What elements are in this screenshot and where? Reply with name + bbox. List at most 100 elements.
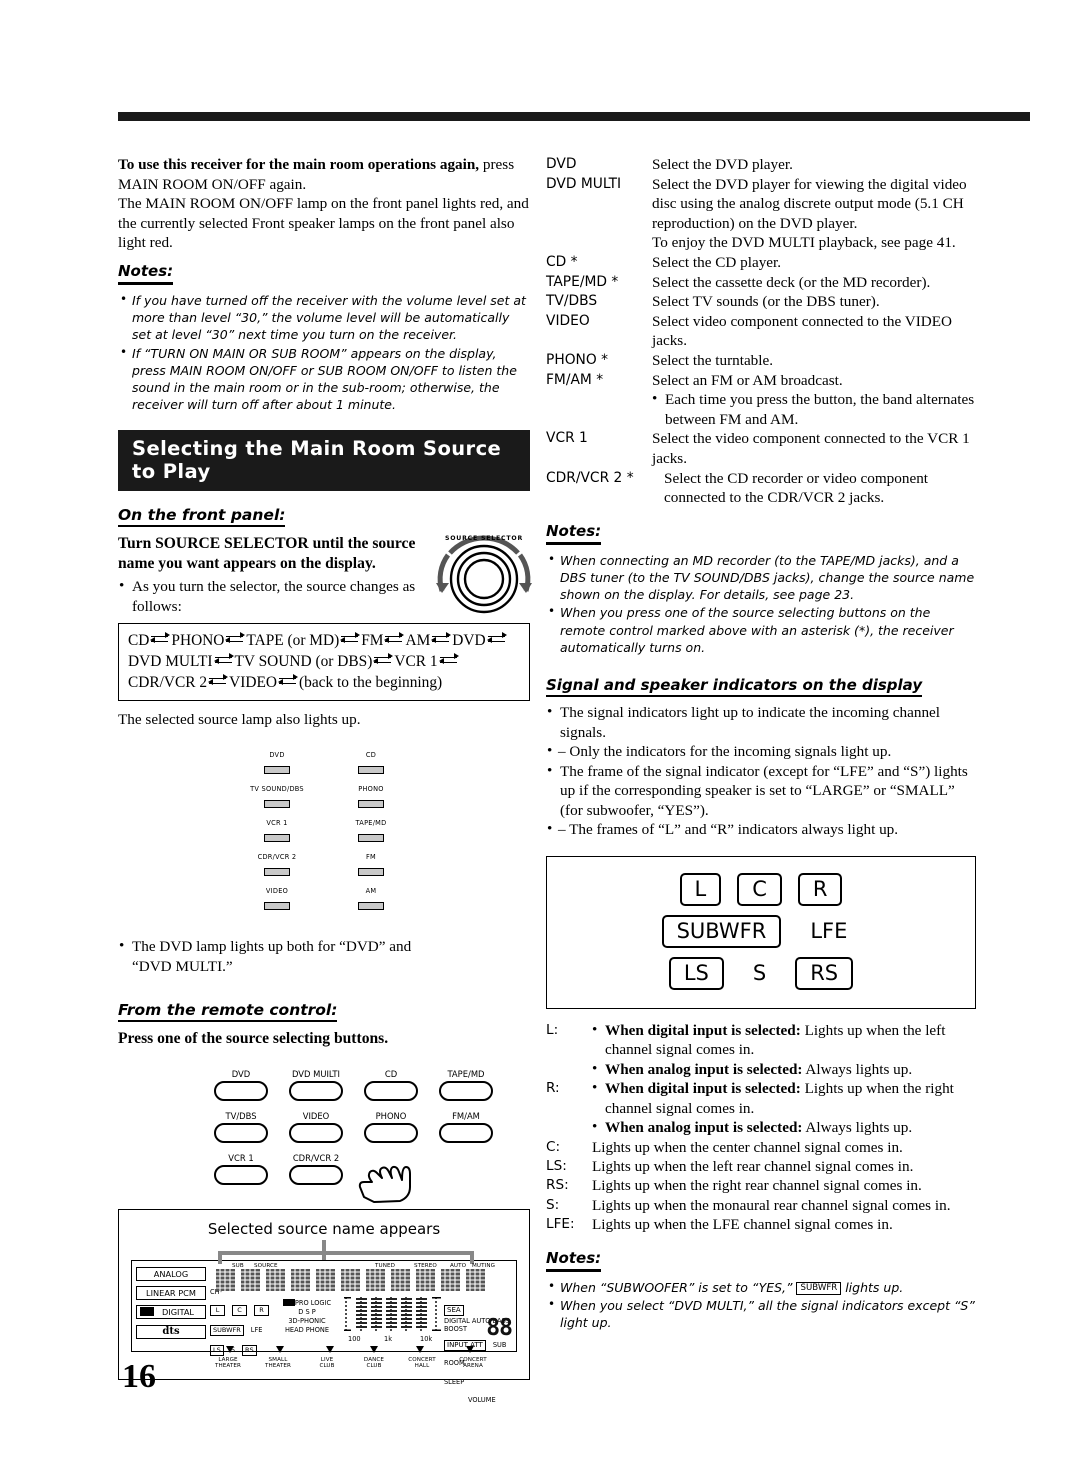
page-number: 16 xyxy=(122,1358,156,1395)
remote-button-shape[interactable] xyxy=(214,1081,268,1102)
source-name: CDR/VCR 2 * xyxy=(546,469,634,486)
badge-dolby-digital: DIGITAL xyxy=(136,1305,206,1320)
remote-row: VCR 1 CDR/VCR 2 xyxy=(210,1153,510,1204)
remote-button-cdr-vcr2[interactable]: CDR/VCR 2 xyxy=(285,1153,347,1186)
remote-button-label: DVD xyxy=(231,1069,251,1080)
lamp-vcr1: VCR 1 xyxy=(240,819,314,847)
source-desc: Select the video component connected to … xyxy=(652,430,970,467)
remote-button-shape[interactable] xyxy=(439,1123,493,1144)
remote-button-shape[interactable] xyxy=(289,1165,343,1186)
source-desc-bullet: Each time you press the button, the band… xyxy=(652,389,976,429)
remote-button-shape[interactable] xyxy=(364,1081,418,1102)
dsp-large-theater: LARGE THEATER xyxy=(214,1357,242,1370)
display-figure-caption: Selected source name appears xyxy=(207,1220,441,1239)
remote-button-dvd-multi[interactable]: DVD MUILTI xyxy=(285,1069,347,1102)
lamp-led-icon xyxy=(358,800,384,809)
source-desc: Select the CD recorder or video componen… xyxy=(664,469,929,507)
cycle-src: CD xyxy=(128,631,150,649)
cycle-arrow-icon xyxy=(431,632,452,646)
label-volume: VOLUME xyxy=(468,1396,496,1405)
indicator-chip-r: R xyxy=(797,873,843,907)
note-item: When you press one of the source selecti… xyxy=(546,603,976,656)
cycle-arrow-icon xyxy=(486,632,507,646)
remote-button-shape[interactable] xyxy=(289,1123,343,1144)
lamp-label: VIDEO xyxy=(265,887,289,896)
intro-paragraph: To use this receiver for the main room o… xyxy=(118,155,530,194)
indicator-row-2: SUBWFR LFE xyxy=(547,915,975,949)
label-auto: AUTO xyxy=(450,1263,467,1270)
source-lamp-diagram: DVD CD TV SOUND/DBS PHONO VCR 1 TAPE/MD … xyxy=(240,751,408,915)
definition-row-lfe: LFE: Lights up when the LFE channel sign… xyxy=(546,1215,976,1234)
cycle-src: FM xyxy=(361,631,384,649)
mode-dsp: D S P xyxy=(298,1308,316,1317)
remote-button-shape[interactable] xyxy=(214,1165,268,1186)
volume-value: 88 xyxy=(486,1315,513,1342)
cycle-arrow-icon xyxy=(384,632,405,646)
lamp-dvd: DVD xyxy=(240,751,314,779)
mini-ind-subwfr: SUBWFR xyxy=(210,1325,244,1337)
lamp-led-icon xyxy=(264,800,290,809)
remote-button-shape[interactable] xyxy=(214,1123,268,1144)
label-tuned: TUNED xyxy=(375,1263,396,1270)
source-name: VCR 1 xyxy=(546,430,588,447)
lamp-led-icon xyxy=(358,902,384,911)
cycle-arrow-icon xyxy=(438,653,459,667)
remote-button-label: TV/DBS xyxy=(225,1111,257,1122)
remote-button-vcr1[interactable]: VCR 1 xyxy=(210,1153,272,1186)
header-rule xyxy=(118,112,1030,121)
indicator-bullets: The signal indicators light up to indica… xyxy=(546,702,976,840)
indicator-chip-rs: RS xyxy=(795,957,854,991)
definition-text: Lights up when the right rear channel si… xyxy=(592,1177,922,1195)
remote-button-shape[interactable] xyxy=(289,1081,343,1102)
definition-bullet: When digital input is selected: Lights u… xyxy=(592,1078,976,1118)
source-row-cdr-vcr2: CDR/VCR 2 * Select the CD recorder or vi… xyxy=(546,469,976,508)
remote-button-video[interactable]: VIDEO xyxy=(285,1111,347,1144)
label-sleep: SLEEP xyxy=(444,1378,465,1387)
speaker-indicator-figure: L C R SUBWFR LFE LS S RS xyxy=(546,856,976,1010)
remote-button-tape-md[interactable]: TAPE/MD xyxy=(435,1069,497,1102)
right-notes-list: When connecting an MD recorder (to the T… xyxy=(546,551,976,656)
mini-ind-r: R xyxy=(254,1305,269,1317)
lamp-label: FM xyxy=(366,853,376,862)
mode-head-phone: HEAD PHONE xyxy=(284,1326,330,1335)
note-item: When you select “DVD MULTI,” all the sig… xyxy=(546,1296,976,1331)
source-row-dvd: DVD Select the DVD player. xyxy=(546,155,976,175)
badge-digital-label: DIGITAL xyxy=(161,1307,194,1318)
remote-button-phono[interactable]: PHONO xyxy=(360,1111,422,1144)
remote-row: DVD DVD MUILTI CD TAPE/MD xyxy=(210,1069,510,1102)
source-selector-knob[interactable]: SOURCE SELECTOR xyxy=(426,529,542,625)
remote-button-label: DVD MUILTI xyxy=(291,1069,341,1080)
remote-button-shape[interactable] xyxy=(364,1123,418,1144)
cycle-line-2: DVD MULTI TV SOUND (or DBS) VCR 1 xyxy=(128,651,520,672)
remote-button-dvd[interactable]: DVD xyxy=(210,1069,272,1102)
cycle-line-3: CDR/VCR 2 VIDEO (back to the beginning) xyxy=(128,672,520,693)
right-column: DVD Select the DVD player. DVD MULTI Sel… xyxy=(546,155,976,1332)
remote-button-fm-am[interactable]: FM/AM xyxy=(435,1111,497,1144)
mode-3d-phonic: 3D-PHONIC xyxy=(288,1317,326,1326)
lamp-label: TAPE/MD xyxy=(355,819,387,828)
source-row-fm-am: FM/AM * Select an FM or AM broadcast. Ea… xyxy=(546,371,976,430)
label-muting: MUTING xyxy=(472,1263,496,1270)
remote-button-cd[interactable]: CD xyxy=(360,1069,422,1102)
bottom-notes-heading: Notes: xyxy=(546,1249,602,1272)
source-desc: Select the DVD player. xyxy=(652,156,793,173)
cycle-arrow-icon xyxy=(278,674,298,688)
lamp-label: VCR 1 xyxy=(266,819,288,828)
remote-button-shape[interactable] xyxy=(439,1081,493,1102)
lamp-led-icon xyxy=(358,766,384,775)
left-notes-list: If you have turned off the receiver with… xyxy=(118,291,530,413)
cycle-src: CDR/VCR 2 xyxy=(128,673,208,691)
label-sub: SUB xyxy=(232,1263,244,1270)
definition-key: C: xyxy=(546,1138,561,1155)
remote-button-tv-dbs[interactable]: TV/DBS xyxy=(210,1111,272,1144)
lamp-label: DVD xyxy=(269,751,285,760)
dsp-mode-markers xyxy=(226,1346,474,1354)
front-panel-instruction: Turn SOURCE SELECTOR until the source na… xyxy=(118,535,416,573)
indicator-chip-ls: LS xyxy=(668,957,724,991)
badge-linear-pcm: LINEAR PCM xyxy=(136,1286,206,1301)
source-row-video: VIDEO Select video component connected t… xyxy=(546,312,976,351)
source-row-cd: CD * Select the CD player. xyxy=(546,253,976,273)
intro-lead: To use this receiver for the main room o… xyxy=(118,156,480,173)
remote-button-label: VIDEO xyxy=(302,1111,330,1122)
definition-bullet: When digital input is selected: Lights u… xyxy=(592,1020,976,1060)
